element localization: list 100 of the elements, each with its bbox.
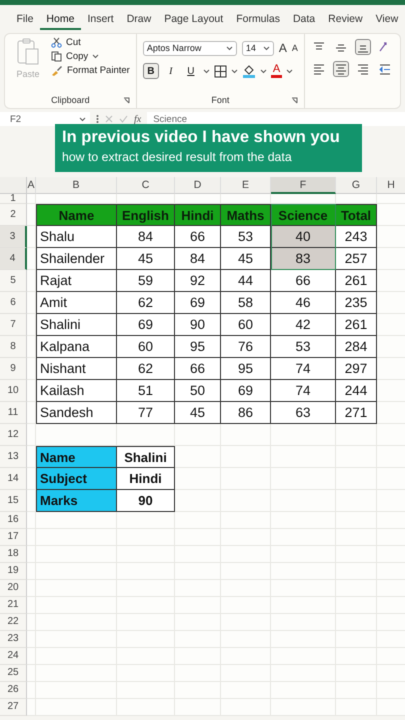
borders-icon[interactable] [214,64,227,78]
empty-cell[interactable] [36,546,117,563]
empty-cell[interactable] [221,614,271,631]
ribbon-tab[interactable]: Review [322,10,370,30]
empty-cell[interactable] [336,665,377,682]
empty-cell[interactable] [175,580,221,597]
grow-font-button[interactable]: A [278,41,287,55]
insert-function-button[interactable]: fx [134,114,142,124]
empty-cell[interactable] [221,665,271,682]
empty-cell[interactable] [271,597,336,614]
empty-cell[interactable] [117,546,175,563]
empty-cell[interactable] [221,648,271,665]
align-center-icon[interactable] [332,61,349,77]
row-header[interactable]: 4 [0,248,27,270]
bottom-align-icon[interactable] [354,39,371,55]
empty-cell[interactable] [271,563,336,580]
empty-cell[interactable] [271,648,336,665]
empty-cell[interactable] [175,614,221,631]
empty-cell[interactable] [36,529,117,546]
empty-cell[interactable] [117,563,175,580]
column-header[interactable]: G [336,177,377,194]
empty-cell[interactable] [336,580,377,597]
row-header[interactable]: 19 [0,563,27,580]
empty-cell[interactable] [336,631,377,648]
row-header[interactable]: 9 [0,358,27,380]
bold-button[interactable]: B [142,63,159,79]
empty-cell[interactable] [175,631,221,648]
empty-cell[interactable] [271,446,336,468]
row-header[interactable]: 14 [0,468,27,490]
dialog-launcher-icon[interactable] [122,97,130,104]
empty-cell[interactable] [271,631,336,648]
dialog-launcher-icon[interactable] [290,97,298,104]
empty-cell[interactable] [36,597,117,614]
cut-button[interactable]: Cut [51,37,130,48]
empty-cell[interactable] [221,468,271,490]
empty-cell[interactable] [221,631,271,648]
copy-button[interactable]: Copy [51,51,130,62]
empty-cell[interactable] [271,512,336,529]
empty-cell[interactable] [175,699,221,716]
empty-cell[interactable] [336,648,377,665]
ribbon-tab[interactable]: Page Layout [158,10,230,30]
empty-cell[interactable] [221,446,271,468]
empty-cell[interactable] [271,682,336,699]
empty-cell[interactable] [336,490,377,512]
ribbon-tab[interactable]: Data [286,10,322,30]
empty-cell[interactable] [117,682,175,699]
row-header[interactable]: 18 [0,546,27,563]
empty-cell[interactable] [36,648,117,665]
empty-cell[interactable] [175,546,221,563]
empty-cell[interactable] [36,699,117,716]
empty-cell[interactable] [117,665,175,682]
empty-cell[interactable] [36,614,117,631]
empty-cell[interactable] [336,512,377,529]
ribbon-tab[interactable]: File [10,10,40,30]
row-header[interactable]: 10 [0,380,27,402]
empty-cell[interactable] [36,665,117,682]
ribbon-tab[interactable]: View [369,10,405,30]
row-header[interactable]: 8 [0,336,27,358]
empty-cell[interactable] [36,563,117,580]
row-header[interactable]: 22 [0,614,27,631]
row-header[interactable]: 16 [0,512,27,529]
italic-button[interactable]: I [162,63,179,79]
row-header[interactable]: 12 [0,424,27,446]
column-header[interactable]: D [175,177,221,194]
font-color-button[interactable]: A [270,64,282,78]
row-header[interactable]: 27 [0,699,27,716]
row-header[interactable]: 7 [0,314,27,336]
format-painter-button[interactable]: Format Painter [51,65,130,76]
empty-cell[interactable] [221,597,271,614]
empty-cell[interactable] [175,512,221,529]
empty-cell[interactable] [221,563,271,580]
empty-cell[interactable] [271,614,336,631]
row-header[interactable]: 17 [0,529,27,546]
empty-cell[interactable] [117,648,175,665]
empty-cell[interactable] [336,446,377,468]
row-header[interactable]: 13 [0,446,27,468]
row-header[interactable]: 6 [0,292,27,314]
empty-cell[interactable] [117,631,175,648]
empty-cell[interactable] [336,468,377,490]
empty-cell[interactable] [271,546,336,563]
ribbon-tab[interactable]: Insert [80,10,120,30]
empty-cell[interactable] [221,490,271,512]
column-header[interactable]: H [377,177,405,194]
empty-cell[interactable] [36,682,117,699]
empty-cell[interactable] [271,529,336,546]
check-icon[interactable] [119,115,128,123]
empty-cell[interactable] [221,512,271,529]
empty-cell[interactable] [271,468,336,490]
shrink-font-button[interactable]: A [292,43,298,53]
empty-cell[interactable] [117,614,175,631]
empty-cell[interactable] [117,529,175,546]
column-header[interactable]: C [117,177,175,194]
empty-cell[interactable] [175,563,221,580]
empty-cell[interactable] [36,631,117,648]
empty-cell[interactable] [117,699,175,716]
empty-cell[interactable] [336,529,377,546]
empty-cell[interactable] [175,597,221,614]
column-header[interactable]: F [271,177,336,194]
cancel-icon[interactable] [105,115,113,123]
row-header[interactable]: 5 [0,270,27,292]
